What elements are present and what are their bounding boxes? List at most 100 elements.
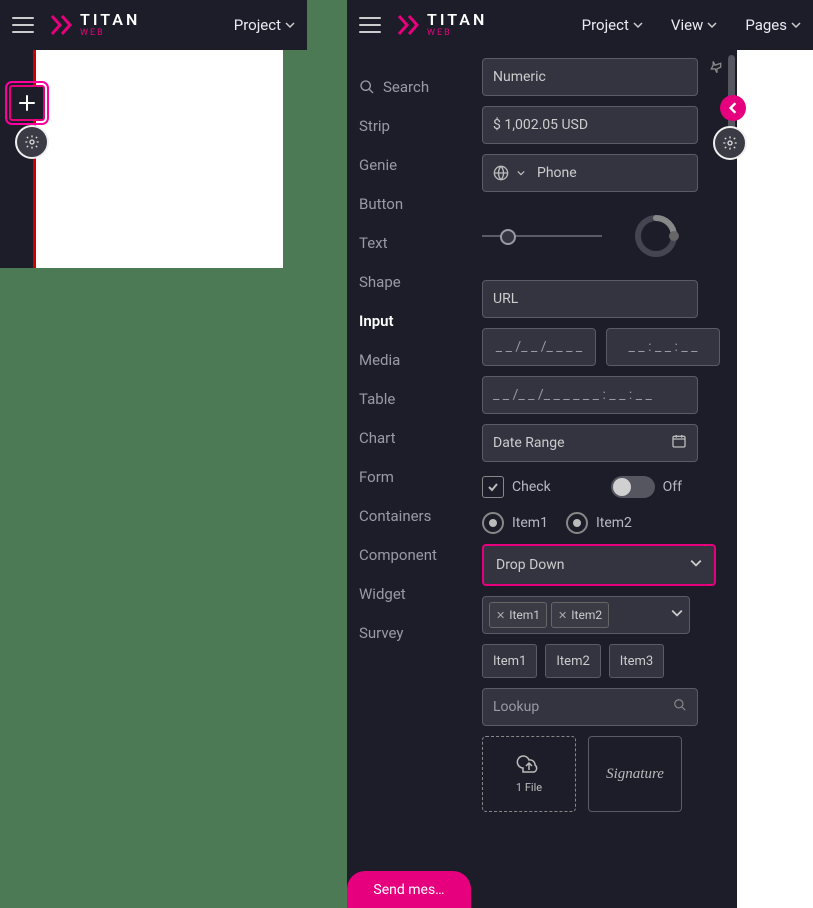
settings-button-left[interactable]	[15, 125, 49, 159]
label: Phone	[537, 165, 577, 181]
upload-input[interactable]: 1 File	[482, 736, 576, 812]
chevron-down-icon	[285, 20, 295, 30]
label: Item1	[509, 608, 540, 622]
view-menu[interactable]: View	[671, 16, 717, 34]
currency-input[interactable]: $ 1,002.05 USD	[482, 106, 698, 144]
radio-item1[interactable]: Item1	[482, 512, 548, 534]
radio-item2[interactable]: Item2	[566, 512, 632, 534]
category-chart[interactable]: Chart	[359, 429, 474, 447]
category-list: Search Strip Genie Button Text Shape Inp…	[347, 50, 474, 908]
tag-item3[interactable]: Item3	[609, 644, 664, 678]
category-input[interactable]: Input	[359, 312, 474, 330]
logo-icon	[48, 12, 74, 38]
category-search[interactable]: Search	[359, 78, 474, 96]
category-button[interactable]: Button	[359, 195, 474, 213]
category-component[interactable]: Component	[359, 546, 474, 564]
brand-name: TITAN	[80, 12, 140, 28]
radio-icon	[482, 512, 504, 534]
radio-icon	[566, 512, 588, 534]
lookup-input[interactable]: Lookup	[482, 688, 698, 726]
chevron-down-icon	[517, 169, 525, 177]
category-containers[interactable]: Containers	[359, 507, 474, 525]
project-menu-left[interactable]: Project	[234, 16, 295, 34]
date-range-input[interactable]: Date Range	[482, 424, 698, 462]
category-genie[interactable]: Genie	[359, 156, 474, 174]
label: Pages	[745, 16, 787, 34]
label: View	[671, 16, 703, 34]
multiselect-input[interactable]: ✕ Item1 ✕ Item2	[482, 596, 690, 634]
logo-right: TITANWEB	[395, 12, 487, 38]
chevron-down-icon	[690, 557, 702, 573]
label: Date Range	[493, 435, 565, 451]
project-menu-label: Project	[234, 16, 281, 34]
url-input[interactable]: URL	[482, 280, 698, 318]
datetime-input[interactable]: _ _ /_ _ /_ _ _ _ _ _ : _ _ : _ _	[482, 376, 698, 414]
label: Lookup	[493, 699, 539, 715]
phone-input[interactable]: Phone	[482, 154, 698, 192]
component-gallery: Numeric $ 1,002.05 USD Phone URL _ _ /_ …	[474, 50, 737, 908]
placeholder: _ _ /_ _ /_ _ _ _	[496, 339, 582, 355]
category-widget[interactable]: Widget	[359, 585, 474, 603]
label: Drop Down	[496, 557, 565, 573]
label: Numeric	[493, 69, 546, 85]
search-icon	[359, 79, 375, 95]
date-input[interactable]: _ _ /_ _ /_ _ _ _	[482, 328, 596, 366]
toggle-icon	[611, 476, 655, 498]
slider-input[interactable]	[482, 221, 602, 251]
right-canvas-strip	[737, 50, 813, 908]
spinner-input[interactable]	[630, 210, 682, 262]
send-message-button[interactable]: Send mes…	[347, 871, 471, 908]
category-table[interactable]: Table	[359, 390, 474, 408]
close-icon[interactable]: ✕	[558, 609, 567, 622]
category-survey[interactable]: Survey	[359, 624, 474, 642]
signature-input[interactable]: Signature	[588, 736, 682, 812]
label: 1 File	[516, 781, 542, 794]
pin-button[interactable]	[708, 60, 724, 80]
collapse-panel-button[interactable]	[720, 95, 746, 121]
brand-sub: WEB	[427, 29, 487, 38]
chip-item1[interactable]: ✕ Item1	[489, 602, 547, 628]
tag-item1[interactable]: Item1	[482, 644, 537, 678]
add-element-button[interactable]	[9, 85, 45, 121]
pages-menu[interactable]: Pages	[745, 16, 801, 34]
chevron-down-icon	[671, 607, 683, 623]
placeholder: _ _ : _ _ : _ _	[629, 339, 698, 355]
checkbox-input[interactable]: Check	[482, 476, 551, 498]
category-form[interactable]: Form	[359, 468, 474, 486]
hamburger-menu-right[interactable]	[359, 12, 385, 38]
numeric-input[interactable]: Numeric	[482, 58, 698, 96]
label: Item1	[512, 515, 548, 531]
tag-item2[interactable]: Item2	[545, 644, 600, 678]
hamburger-menu-left[interactable]	[12, 12, 38, 38]
label: $ 1,002.05 USD	[493, 117, 588, 133]
tag-list-input[interactable]: Item1 Item2 Item3	[482, 644, 725, 678]
brand-sub: WEB	[80, 29, 140, 38]
label: Item2	[571, 608, 602, 622]
label: Send mes…	[373, 882, 444, 898]
logo: TITANWEB	[48, 12, 140, 38]
label: URL	[493, 291, 518, 307]
category-text[interactable]: Text	[359, 234, 474, 252]
project-menu-right[interactable]: Project	[582, 16, 643, 34]
label: Project	[582, 16, 629, 34]
category-shape[interactable]: Shape	[359, 273, 474, 291]
category-media[interactable]: Media	[359, 351, 474, 369]
search-label: Search	[383, 78, 429, 96]
label: Check	[512, 479, 551, 495]
checkbox-icon	[482, 476, 504, 498]
time-input[interactable]: _ _ : _ _ : _ _	[606, 328, 720, 366]
cloud-upload-icon	[515, 754, 543, 777]
close-icon[interactable]: ✕	[496, 609, 505, 622]
toggle-input[interactable]: Off	[611, 476, 682, 498]
chip-item2[interactable]: ✕ Item2	[551, 602, 609, 628]
calendar-icon	[671, 433, 687, 453]
dropdown-input[interactable]: Drop Down	[482, 544, 716, 586]
canvas-area[interactable]	[0, 50, 283, 268]
canvas[interactable]	[33, 50, 283, 268]
chevron-down-icon	[791, 20, 801, 30]
settings-button-right[interactable]	[713, 126, 747, 160]
chevron-down-icon	[633, 20, 643, 30]
label: Signature	[606, 766, 664, 783]
phone-icon	[493, 165, 509, 181]
category-strip[interactable]: Strip	[359, 117, 474, 135]
